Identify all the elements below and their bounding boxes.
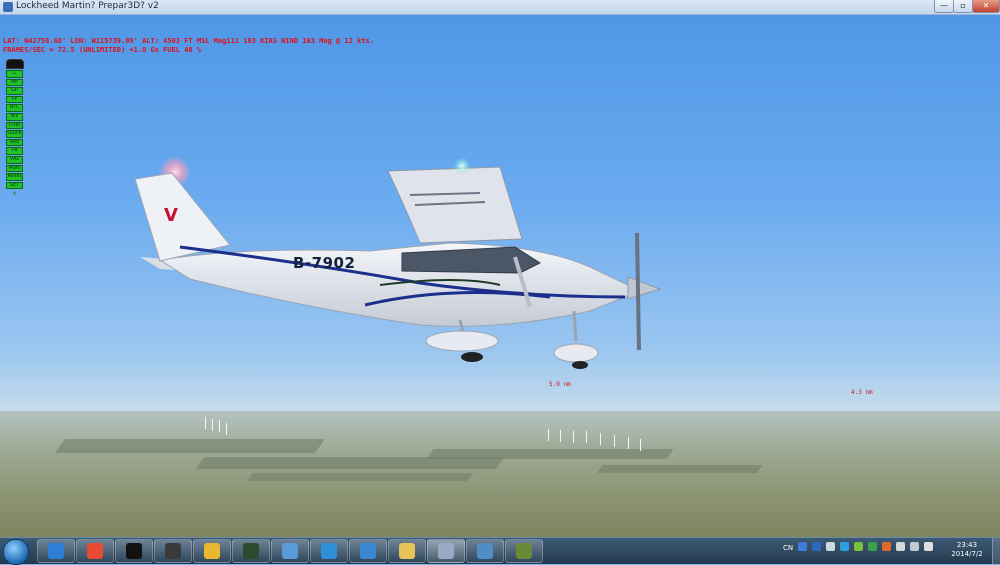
notes-icon (282, 543, 298, 559)
taskbar-app-button[interactable] (115, 539, 153, 563)
qq-icon (126, 543, 142, 559)
chrome-icon (87, 543, 103, 559)
taskbar-app-button[interactable] (349, 539, 387, 563)
bird-icon (204, 543, 220, 559)
taskbar-app-button[interactable] (37, 539, 75, 563)
im-icon (360, 543, 376, 559)
hud-performance-line: FRAMES/SEC = 72.5 (UNLIMITED) +1.0 Gs FU… (3, 46, 202, 54)
taskbar-app-button[interactable] (427, 539, 465, 563)
addon-menu-panel: L MP GP FP ATC Wx Chat Quick Red Pa VAL Multi Reset S… (6, 59, 24, 197)
clock-date: 2014/7/2 (951, 550, 983, 558)
wind-turbine (212, 419, 213, 431)
wind-turbine (219, 420, 220, 432)
tray-icon[interactable] (812, 542, 821, 551)
addon-menu-item[interactable]: GP (6, 87, 23, 95)
addon-menu-item[interactable]: Reset (6, 173, 23, 181)
taskbar-app-button[interactable] (154, 539, 192, 563)
system-clock[interactable]: 23:43 2014/7/2 (946, 541, 988, 559)
prepar3d-app-icon (3, 2, 13, 12)
field-patch (55, 439, 325, 453)
terrain (0, 411, 1000, 537)
wind-turbine (600, 433, 601, 445)
wind-turbine (586, 431, 587, 443)
addon-menu-item[interactable]: Chat (6, 121, 23, 130)
tray-icon[interactable] (896, 542, 905, 551)
taskbar-app-button[interactable] (232, 539, 270, 563)
addon-menu-item[interactable]: Red (6, 138, 23, 147)
wind-turbine (205, 417, 206, 429)
media-icon (165, 543, 181, 559)
addon-menu-item[interactable]: MP (6, 78, 23, 87)
taskbar-app-button[interactable] (388, 539, 426, 563)
wind-turbine (226, 423, 227, 435)
wind-turbine (628, 437, 629, 449)
wind-turbine (548, 429, 549, 441)
maximize-button[interactable]: ▫ (953, 0, 973, 13)
window-title: Lockheed Martin? Prepar3D? v2 (16, 1, 159, 11)
taskbar-app-button[interactable] (76, 539, 114, 563)
minimize-button[interactable]: — (934, 0, 954, 13)
taskbar-app-button[interactable] (466, 539, 504, 563)
wind-turbine (573, 431, 574, 443)
addon-menu-item[interactable]: L (6, 70, 23, 78)
addon-menu-item[interactable]: Pa (6, 147, 23, 155)
camera-icon (321, 543, 337, 559)
start-button[interactable] (3, 539, 29, 565)
windows-taskbar: CN 23:43 2014/7/2 (0, 537, 1000, 565)
input-language-indicator[interactable]: CN (783, 544, 793, 552)
wind-turbine (614, 435, 615, 447)
svg-text:V: V (164, 205, 178, 226)
show-desktop-button[interactable] (992, 538, 1000, 564)
tray-icon[interactable] (868, 542, 877, 551)
traffic-distance-label: 4.3 nm (851, 389, 873, 396)
sogou-icon (48, 543, 64, 559)
aircraft-registration: B-7902 (293, 254, 356, 272)
hud-readout: LAT: N42758.68' LON: W115739.89' ALT: 45… (3, 37, 374, 55)
field-patch (247, 473, 473, 481)
traffic-distance-label: 5.9 nm (549, 381, 571, 388)
tray-icon[interactable] (840, 542, 849, 551)
taskbar-app-button[interactable] (271, 539, 309, 563)
addon-menu-item[interactable]: VAL (6, 155, 23, 164)
window-titlebar: Lockheed Martin? Prepar3D? v2 — ▫ ✕ (0, 0, 1000, 15)
taskbar-app-button[interactable] (310, 539, 348, 563)
field-patch (426, 449, 674, 459)
addon-menu-item[interactable]: Quick (6, 130, 23, 138)
close-button[interactable]: ✕ (972, 0, 1000, 13)
clock-time: 23:43 (956, 541, 978, 549)
addon-menu-grip[interactable] (6, 59, 24, 69)
monitor-icon (243, 543, 259, 559)
tray-icon[interactable] (882, 542, 891, 551)
addon-menu-item[interactable]: Multi (6, 164, 23, 173)
aircraft-tool-icon (516, 543, 532, 559)
tray-icon[interactable] (854, 542, 863, 551)
wind-turbine (560, 430, 561, 442)
tray-icon[interactable] (826, 542, 835, 551)
taskbar-app-button[interactable] (505, 539, 543, 563)
hud-position-line: LAT: N42758.68' LON: W115739.89' ALT: 45… (3, 37, 374, 45)
wind-turbine (640, 439, 641, 451)
tray-icon[interactable] (798, 542, 807, 551)
addon-menu-item[interactable]: FP (6, 95, 23, 104)
addon-menu-close[interactable]: x (6, 190, 23, 197)
cessna-aircraft: V (134, 156, 662, 369)
p3d-icon (438, 543, 454, 559)
simulator-viewport[interactable]: V B-7902 LAT: N42758.68' LON: W115739.89… (0, 15, 1000, 537)
tray-icon[interactable] (924, 542, 933, 551)
folder-icon (399, 543, 415, 559)
addon-menu-item[interactable]: SET (6, 181, 23, 190)
p3d-config-icon (477, 543, 493, 559)
taskbar-app-button[interactable] (193, 539, 231, 563)
field-patch (597, 465, 763, 473)
addon-menu-item[interactable]: ATC (6, 104, 23, 112)
tray-icon[interactable] (910, 542, 919, 551)
addon-menu-item[interactable]: Wx (6, 112, 23, 121)
